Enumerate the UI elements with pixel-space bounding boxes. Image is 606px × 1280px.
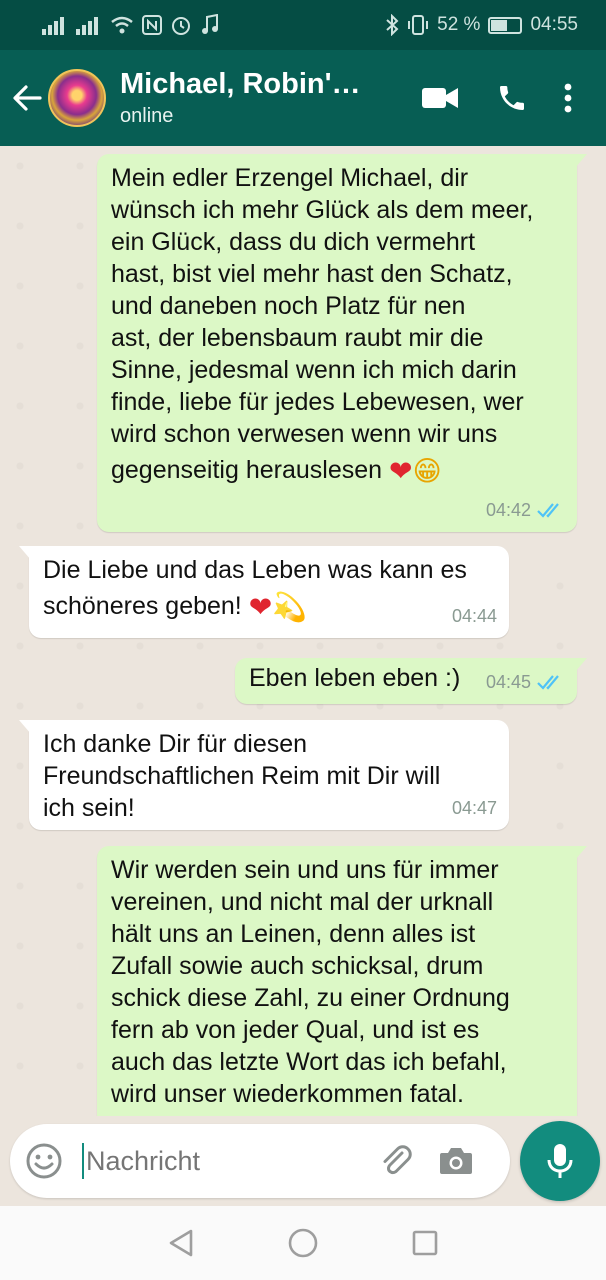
more-vert-icon (564, 83, 572, 113)
menu-button[interactable] (548, 68, 588, 128)
message-text: Mein edler Erzengel Michael, dir wünsch … (111, 162, 563, 487)
dizzy-star-emoji-icon: 💫 (272, 590, 308, 624)
message-meta: 04:45 (486, 666, 565, 698)
heart-emoji-icon: ❤ (248, 590, 273, 624)
message-input-container (10, 1124, 510, 1198)
message-bubble-outgoing[interactable]: Wir werden sein und uns für immer verein… (97, 846, 587, 1116)
message-text: Eben leben eben :) (249, 664, 461, 692)
message-line: fern ab von jeder Qual, und ist es (111, 1016, 480, 1044)
nav-back-button[interactable] (151, 1213, 211, 1273)
nfc-icon (142, 15, 162, 35)
message-meta: 04:44 (452, 600, 497, 632)
grinning-face-emoji-icon: 😁 (412, 454, 442, 488)
message-line: finde, liebe für jedes Lebewesen, wer (111, 388, 524, 416)
header-actions (404, 68, 588, 128)
status-left (42, 14, 220, 36)
message-text: Ich danke Dir für diesen Freundschaftlic… (43, 728, 495, 824)
status-bar: 52 % 04:55 (0, 0, 606, 50)
message-input[interactable] (86, 1145, 366, 1177)
video-call-icon (422, 88, 458, 108)
square-recents-icon (412, 1230, 438, 1256)
chat-header: Michael, Robin's… online (0, 50, 606, 146)
message-time: 04:45 (485, 672, 531, 692)
system-nav-bar (0, 1206, 606, 1280)
message-line: auch das letzte Wort das ich befahl, (111, 1048, 507, 1076)
vibrate-icon (408, 15, 429, 35)
message-line: ast, der lebensbaum raubt mir die (111, 324, 484, 352)
paperclip-icon (383, 1145, 412, 1175)
message-bubble-incoming[interactable]: Ich danke Dir für diesen Freundschaftlic… (19, 720, 509, 830)
heart-emoji-icon: ❤ (389, 454, 413, 488)
message-bubble-incoming[interactable]: Die Liebe und das Leben was kann es schö… (19, 546, 509, 638)
message-time: 04:42 (485, 500, 531, 520)
message-line: Mein edler Erzengel Michael, dir (111, 164, 469, 192)
message-meta: 04:42 (486, 494, 565, 526)
alarm-icon (172, 17, 190, 35)
message-line: hält uns an Leinen, denn alles ist (111, 920, 476, 948)
nav-recents-button[interactable] (395, 1213, 455, 1273)
message-line: wird unser wiederkommen fatal. (111, 1080, 464, 1108)
message-line: wird schon verwesen wenn wir uns (111, 420, 498, 448)
message-text: Wir werden sein und uns für immer verein… (111, 854, 563, 1110)
nav-home-button[interactable] (273, 1213, 333, 1273)
contact-status: online (120, 105, 174, 127)
status-time: 04:55 (530, 14, 578, 35)
circle-home-icon (288, 1228, 318, 1258)
read-ticks-icon (537, 503, 559, 518)
battery-percent: 52 % (437, 14, 481, 35)
microphone-icon (547, 1144, 573, 1178)
message-line: gegenseitig herauslesen (111, 456, 383, 484)
message-line: Sinne, jedesmal wenn ich mich darin (111, 356, 517, 384)
message-line: ich sein! (43, 794, 135, 822)
smiley-icon (26, 1143, 62, 1179)
message-line: Ich danke Dir für diesen (43, 730, 308, 758)
text-caret (82, 1143, 84, 1179)
back-button[interactable] (0, 50, 46, 146)
message-line: schöneres geben! (43, 592, 242, 620)
message-line: und daneben noch Platz für nen (111, 292, 466, 320)
music-note-icon (202, 14, 218, 34)
avatar[interactable] (48, 69, 106, 127)
video-call-button[interactable] (404, 68, 476, 128)
camera-button[interactable] (426, 1124, 486, 1198)
battery-fill (491, 19, 508, 31)
composer (0, 1116, 606, 1206)
wifi-icon (111, 16, 133, 34)
message-line: Wir werden sein und uns für immer (111, 856, 499, 884)
message-line: schick diese Zahl, zu einer Ordnung (111, 984, 510, 1012)
triangle-back-icon (169, 1229, 193, 1257)
message-line: Freundschaftlichen Reim mit Dir will (43, 762, 441, 790)
message-text: Die Liebe und das Leben was kann es schö… (43, 554, 495, 623)
message-bubble-outgoing[interactable]: Eben leben eben :) 04:45 (235, 658, 587, 704)
emoji-button[interactable] (10, 1124, 78, 1198)
message-line: vereinen, und nicht mal der urknall (111, 888, 494, 916)
signal-icon-2 (76, 17, 98, 35)
signal-icon (42, 17, 64, 35)
contact-info[interactable]: Michael, Robin's… online (120, 68, 404, 128)
phone-icon (500, 86, 524, 110)
chat-area[interactable]: Mein edler Erzengel Michael, dir wünsch … (0, 146, 606, 1116)
back-arrow-icon (13, 85, 42, 111)
message-line: ein Glück, dass du dich vermehrt (111, 228, 476, 256)
message-line: wünsch ich mehr Glück als dem meer, (111, 196, 534, 224)
message-time: 04:44 (451, 606, 497, 626)
contact-name[interactable]: Michael, Robin's… (120, 68, 366, 101)
message-time: 04:47 (451, 798, 497, 818)
read-ticks-icon (537, 675, 559, 690)
bluetooth-icon (386, 14, 399, 36)
attach-button[interactable] (366, 1124, 426, 1198)
voice-call-button[interactable] (476, 68, 548, 128)
message-line: Die Liebe und das Leben was kann es (43, 556, 467, 584)
message-line: Zufall sowie auch schicksal, drum (111, 952, 484, 980)
status-right: 52 % 04:55 (385, 14, 578, 36)
battery-icon (488, 16, 523, 34)
message-bubble-outgoing[interactable]: Mein edler Erzengel Michael, dir wünsch … (97, 154, 587, 532)
camera-icon (440, 1148, 472, 1174)
voice-message-button[interactable] (520, 1121, 600, 1201)
message-meta: 04:47 (452, 792, 497, 824)
message-line: hast, bist viel mehr hast den Schatz, (111, 260, 513, 288)
